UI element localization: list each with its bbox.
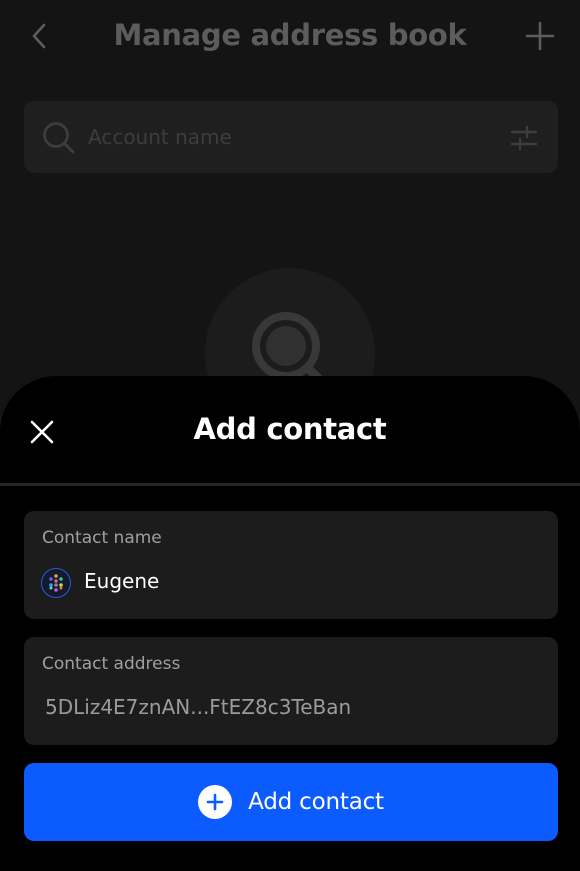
- add-contact-button[interactable]: Add contact: [24, 763, 558, 841]
- search-bar: [24, 101, 558, 173]
- search-input[interactable]: [88, 101, 488, 173]
- contact-address-field[interactable]: Contact address 5DLiz4E7znAN...FtEZ8c3Te…: [24, 637, 558, 745]
- header: Manage address book: [0, 0, 580, 72]
- add-contact-sheet: Add contact Contact name Eugene Contact …: [0, 376, 580, 871]
- contact-name-value: Eugene: [84, 569, 160, 593]
- add-contact-button-label: Add contact: [248, 789, 384, 815]
- page-title: Manage address book: [113, 18, 467, 52]
- manage-address-book-screen: Manage address book Account name Add con…: [0, 0, 580, 871]
- plus-circle-icon: [198, 785, 233, 819]
- contact-address-label: Contact address: [42, 654, 181, 674]
- identicon-icon: [49, 574, 63, 592]
- contact-name-label: Contact name: [42, 528, 162, 548]
- identicon-avatar: [41, 568, 71, 598]
- contact-address-value: 5DLiz4E7znAN...FtEZ8c3TeBan: [45, 695, 352, 719]
- filter-sliders-icon[interactable]: [510, 125, 538, 151]
- add-contact-header-button[interactable]: [522, 18, 558, 54]
- plus-icon: [525, 21, 555, 51]
- divider: [0, 483, 580, 486]
- contact-name-field[interactable]: Contact name Eugene: [24, 511, 558, 619]
- sheet-title: Add contact: [193, 412, 387, 446]
- search-icon: [43, 122, 75, 154]
